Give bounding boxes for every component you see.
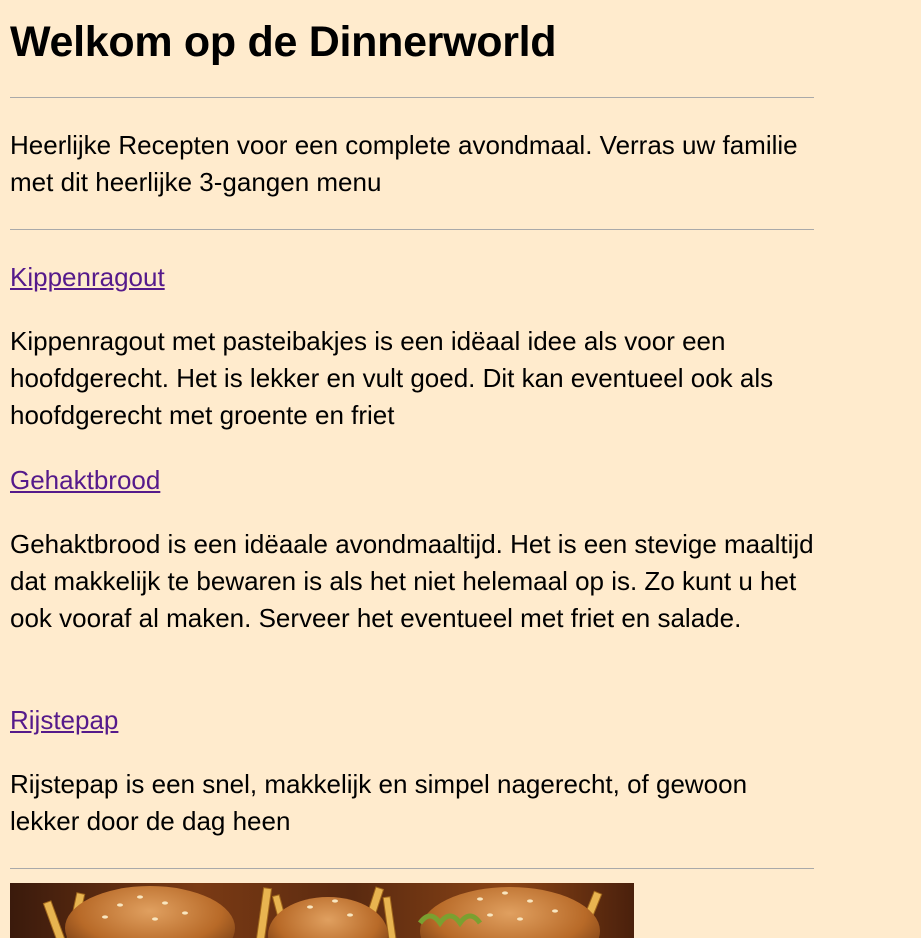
page-title: Welkom op de Dinnerworld	[10, 18, 557, 66]
link-kippenragout[interactable]: Kippenragout	[10, 262, 165, 292]
recipe-description-gehaktbrood: Gehaktbrood is een idëaale avondmaaltijd…	[10, 529, 814, 633]
divider	[10, 868, 814, 869]
intro-text: Heerlijke Recepten voor een complete avo…	[10, 130, 798, 197]
link-rijstepap[interactable]: Rijstepap	[10, 705, 118, 735]
divider	[10, 97, 814, 98]
divider	[10, 229, 814, 230]
burger-fries-photo	[10, 883, 634, 938]
recipe-description-kippenragout: Kippenragout met pasteibakjes is een idë…	[10, 326, 774, 430]
recipe-description-rijstepap: Rijstepap is een snel, makkelijk en simp…	[10, 769, 748, 836]
link-gehaktbrood[interactable]: Gehaktbrood	[10, 465, 160, 495]
